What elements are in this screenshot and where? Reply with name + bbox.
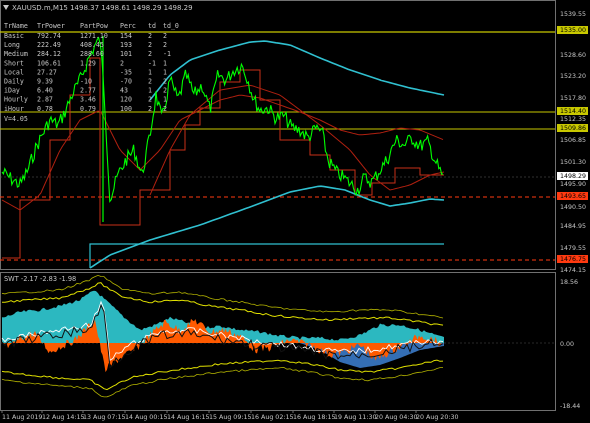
table-cell: 2 xyxy=(148,32,152,40)
time-axis-label: 11 Aug 2019 xyxy=(2,414,42,421)
table-header-1: TrPower xyxy=(37,22,65,30)
table-cell: -70 xyxy=(120,78,132,86)
price-axis-label: 1539.55 xyxy=(560,11,586,18)
table-header-0: TrName xyxy=(4,22,28,30)
table-cell: 2 xyxy=(163,32,167,40)
table-cell: 2.77 xyxy=(80,87,96,95)
table-cell: Long xyxy=(4,41,20,49)
price-axis-label: 1523.20 xyxy=(560,73,586,80)
table-cell: 792.74 xyxy=(37,32,61,40)
table-cell: 43 xyxy=(120,87,128,95)
table-header-5: td_0 xyxy=(163,22,179,30)
table-cell: 1 xyxy=(163,68,167,76)
table-cell: -10 xyxy=(80,78,92,86)
price-axis-label: 1493.65 xyxy=(560,193,586,200)
table-cell: 9.39 xyxy=(37,78,53,86)
v-line-label: V=4.05 xyxy=(4,115,28,123)
price-axis-label: 1495.90 xyxy=(560,181,586,188)
table-cell: 288.60 xyxy=(80,50,104,58)
table-cell: 2 xyxy=(163,87,167,95)
table-cell: 1.29 xyxy=(80,59,96,67)
time-axis-label: 19 Aug 11:30 xyxy=(334,414,376,421)
time-axis-label: 14 Aug 00:15 xyxy=(125,414,167,421)
price-axis-label: 1501.30 xyxy=(560,159,586,166)
table-cell: 2 xyxy=(148,50,152,58)
sub-scale-bottom: -18.44 xyxy=(560,403,580,410)
price-axis-label: 1535.00 xyxy=(560,27,586,34)
sub-scale-zero: 0.00 xyxy=(560,341,574,348)
time-axis-label: 20 Aug 20:30 xyxy=(416,414,458,421)
chart-window[interactable]: XAUUSD.m,M15 1498.37 1498.61 1498.29 149… xyxy=(0,0,590,423)
table-cell: 27.27 xyxy=(37,68,57,76)
table-cell: iDay xyxy=(4,87,20,95)
table-cell: 2 xyxy=(163,105,167,113)
table-header-4: td xyxy=(148,22,156,30)
price-axis-label: 1506.85 xyxy=(560,137,586,144)
time-axis-label: 16 Aug 18:15 xyxy=(293,414,335,421)
table-cell: Medium xyxy=(4,50,28,58)
table-cell: Hourly xyxy=(4,96,28,104)
table-cell: 193 xyxy=(120,41,132,49)
table-cell: 120 xyxy=(120,96,132,104)
table-cell: 1 xyxy=(163,59,167,67)
price-axis-label: 1514.40 xyxy=(560,108,586,115)
table-cell: 2 xyxy=(120,59,124,67)
table-cell: 2 xyxy=(148,78,152,86)
table-cell: -1 xyxy=(148,59,156,67)
time-axis-label: 14 Aug 16:15 xyxy=(167,414,209,421)
time-axis-label: 15 Aug 09:15 xyxy=(209,414,251,421)
symbol-header: XAUUSD.m,M15 1498.37 1498.61 1498.29 149… xyxy=(12,4,193,12)
time-axis-label: 13 Aug 07:15 xyxy=(83,414,125,421)
table-cell: 1 xyxy=(163,96,167,104)
table-cell: iHour xyxy=(4,105,24,113)
table-cell: 1 xyxy=(148,87,152,95)
sub-scale-top: 18.56 xyxy=(560,279,578,286)
table-cell: 0.78 xyxy=(37,105,53,113)
time-axis-label: 20 Aug 04:30 xyxy=(375,414,417,421)
time-axis-label: 12 Aug 14:15 xyxy=(42,414,84,421)
table-cell: 101 xyxy=(120,50,132,58)
table-cell: 1 xyxy=(148,68,152,76)
table-cell: 222.49 xyxy=(37,41,61,49)
table-cell: 2.87 xyxy=(37,96,53,104)
table-cell: 2 xyxy=(148,41,152,49)
table-cell: 2 xyxy=(148,105,152,113)
table-header-3: Perc xyxy=(120,22,136,30)
price-axis-label: 1509.86 xyxy=(560,125,586,132)
table-cell: -1 xyxy=(163,50,171,58)
table-cell: Local xyxy=(4,68,24,76)
table-cell: 154 xyxy=(120,32,132,40)
table-cell: 106.61 xyxy=(37,59,61,67)
table-cell: 3.46 xyxy=(80,96,96,104)
price-axis-label: 1498.29 xyxy=(560,173,586,180)
sub-panel-header: SWT -2.17 -2.83 -1.98 xyxy=(4,275,76,283)
table-cell: 1271.10 xyxy=(80,32,108,40)
table-cell: 284.12 xyxy=(37,50,61,58)
table-cell: 2 xyxy=(163,41,167,49)
price-axis-label: 1490.50 xyxy=(560,204,586,211)
price-axis-label: 1528.60 xyxy=(560,52,586,59)
table-cell: 2 xyxy=(148,96,152,104)
price-axis-label: 1479.55 xyxy=(560,245,586,252)
table-cell: 6.40 xyxy=(37,87,53,95)
price-axis-label: 1517.80 xyxy=(560,95,586,102)
table-cell: 100 xyxy=(120,105,132,113)
price-axis-label: 1484.95 xyxy=(560,223,586,230)
table-cell: 408.45 xyxy=(80,41,104,49)
price-axis-label: 1476.75 xyxy=(560,256,586,263)
table-cell: 2 xyxy=(163,78,167,86)
time-axis-label: 16 Aug 02:15 xyxy=(251,414,293,421)
table-cell: Short xyxy=(4,59,24,67)
table-cell: Daily xyxy=(4,78,24,86)
table-cell: -35 xyxy=(120,68,132,76)
price-axis-label: 1512.35 xyxy=(560,116,586,123)
table-cell: 0.79 xyxy=(80,105,96,113)
price-axis-label: 1474.15 xyxy=(560,267,586,274)
table-header-2: PartPow xyxy=(80,22,108,30)
table-cell: Basic xyxy=(4,32,24,40)
